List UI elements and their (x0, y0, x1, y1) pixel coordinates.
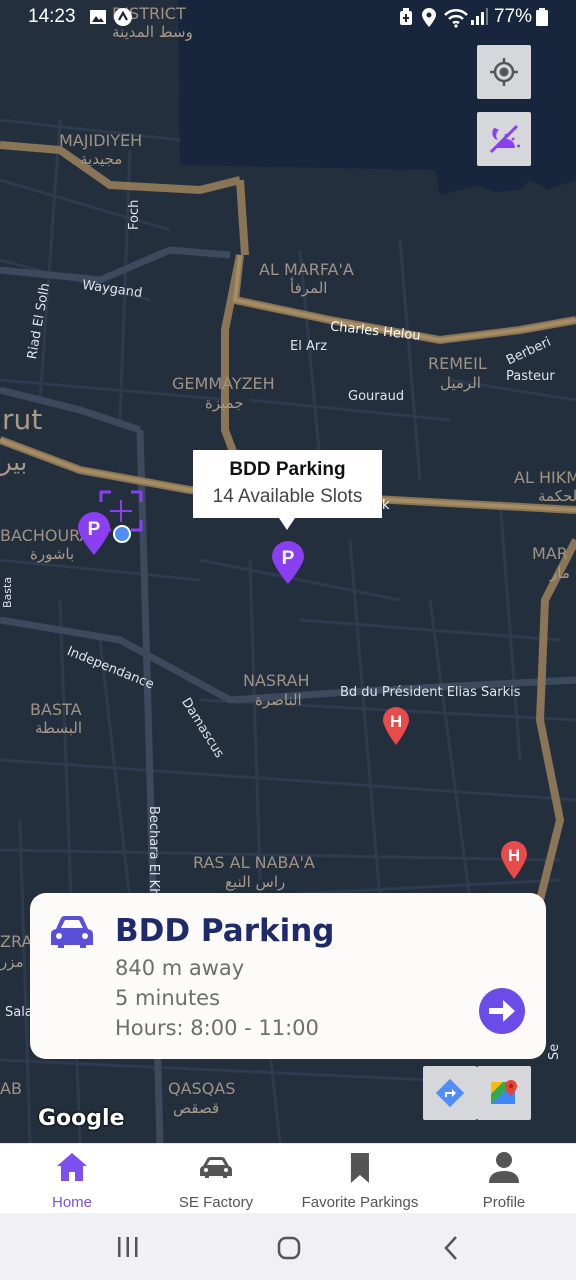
map-label: راس النبع (225, 873, 286, 891)
battery-percent: 77% (493, 6, 532, 27)
location-icon (422, 8, 436, 27)
map-label: NASRAH (243, 671, 310, 690)
map-label: RAS AL NABA'A (193, 853, 315, 872)
svg-text:H: H (508, 846, 520, 865)
svg-text:H: H (390, 712, 402, 731)
map-label: البسطة (35, 719, 82, 737)
system-navigation-bar (0, 1213, 576, 1280)
open-in-maps-button[interactable] (477, 1066, 531, 1120)
map-label: k (382, 498, 390, 513)
parking-info-window[interactable]: BDD Parking 14 Available Slots (193, 450, 382, 530)
parking-pin-icon: P (272, 541, 304, 584)
map-label: مزر (0, 953, 24, 971)
car-icon (200, 1157, 232, 1178)
crosshair-icon (490, 58, 518, 86)
map-label: Sala (5, 1005, 33, 1020)
map-label: جميزة (205, 394, 244, 412)
map-label: Pasteur (506, 369, 555, 384)
home-icon (57, 1153, 87, 1181)
map-label: Bd du Président Elias Sarkis (340, 685, 521, 700)
home-button[interactable] (276, 1235, 302, 1261)
hospital-marker[interactable]: H (500, 840, 528, 885)
my-location-button[interactable] (477, 45, 531, 99)
nav-item-home[interactable]: Home (0, 1144, 144, 1214)
nav-item-se-factory[interactable]: SE Factory (144, 1144, 288, 1214)
map-label: MAR (532, 544, 568, 563)
map-label: الناصرة (255, 691, 302, 709)
map-label: Foch (127, 199, 142, 230)
map-label: BASTA (30, 700, 82, 719)
google-logo: Google (38, 1106, 125, 1131)
nav-label: SE Factory (178, 1194, 254, 1211)
nav-item-favorite-parkings[interactable]: Favorite Parkings (288, 1144, 432, 1214)
directions-icon (435, 1078, 465, 1108)
battery-icon (536, 8, 548, 26)
status-time: 14:23 (28, 6, 76, 27)
map-label: REMEIL (428, 354, 487, 373)
hospital-marker[interactable]: H (382, 706, 410, 751)
person-icon (489, 1152, 519, 1183)
info-window-slots: 14 Available Slots (212, 486, 363, 507)
map-label: الرميل (440, 374, 481, 392)
status-bar: 14:23 77% (0, 0, 576, 36)
wifi-icon (444, 8, 468, 28)
nav-label: Profile (482, 1194, 526, 1211)
bottom-navigation: Home SE Factory Favorite Parkings Profil… (0, 1143, 576, 1214)
google-maps-icon (491, 1080, 517, 1104)
info-window-title: BDD Parking (229, 459, 346, 480)
map-label: Basta (1, 576, 14, 608)
parking-hours: Hours: 8:00 - 11:00 (115, 1016, 319, 1040)
map-label: Se (547, 1043, 562, 1060)
map-label: Bechara El Kh (146, 806, 161, 897)
parking-name: BDD Parking (115, 913, 335, 949)
map-label: AL MARFA'A (259, 260, 354, 279)
map-label: ZRA (0, 932, 33, 951)
map-label: بير (0, 448, 28, 476)
nav-label: Home (51, 1194, 92, 1211)
signal-icon (471, 8, 488, 25)
map-label: مجيدية (80, 150, 123, 168)
map-label: rut (2, 403, 43, 436)
nav-item-profile[interactable]: Profile (432, 1144, 576, 1214)
parking-distance: 840 m away (115, 956, 245, 980)
hospital-pin-icon: H (501, 841, 527, 879)
car-icon (51, 916, 93, 948)
gallery-icon (90, 10, 106, 24)
day-night-off-icon (489, 124, 520, 154)
user-location-icon (99, 490, 143, 543)
map-label: GEMMAYZEH (172, 374, 275, 393)
svg-text:P: P (282, 548, 295, 569)
map-label: QASQAS (168, 1079, 236, 1098)
app-notification-icon (114, 8, 132, 26)
map-label: AB (0, 1079, 22, 1098)
map-label: Gouraud (348, 389, 405, 404)
nav-label: Favorite Parkings (301, 1194, 419, 1211)
parking-marker[interactable]: P (271, 541, 305, 590)
directions-button[interactable] (423, 1066, 477, 1120)
map-label: مار (550, 564, 570, 582)
parking-duration: 5 minutes (115, 986, 221, 1010)
parking-details-card[interactable]: BDD Parking 840 m away 5 minutes Hours: … (30, 893, 546, 1059)
map-label: المرفأ (290, 279, 328, 297)
map-label: باشورة (30, 545, 75, 563)
map-label: AL HIKM (514, 468, 576, 487)
map-label: الحكمة (538, 487, 576, 505)
dark-mode-toggle-button[interactable] (477, 112, 531, 166)
recent-apps-button[interactable] (116, 1235, 140, 1259)
battery-saver-icon (400, 8, 412, 25)
map-label: El Arz (290, 339, 328, 354)
back-button[interactable] (440, 1235, 462, 1261)
navigate-arrow-button[interactable] (478, 987, 526, 1035)
map-label: قصقص (173, 1099, 220, 1117)
hospital-pin-icon: H (383, 707, 409, 745)
map-label: MAJIDIYEH (59, 131, 143, 150)
bookmark-icon (350, 1153, 369, 1183)
